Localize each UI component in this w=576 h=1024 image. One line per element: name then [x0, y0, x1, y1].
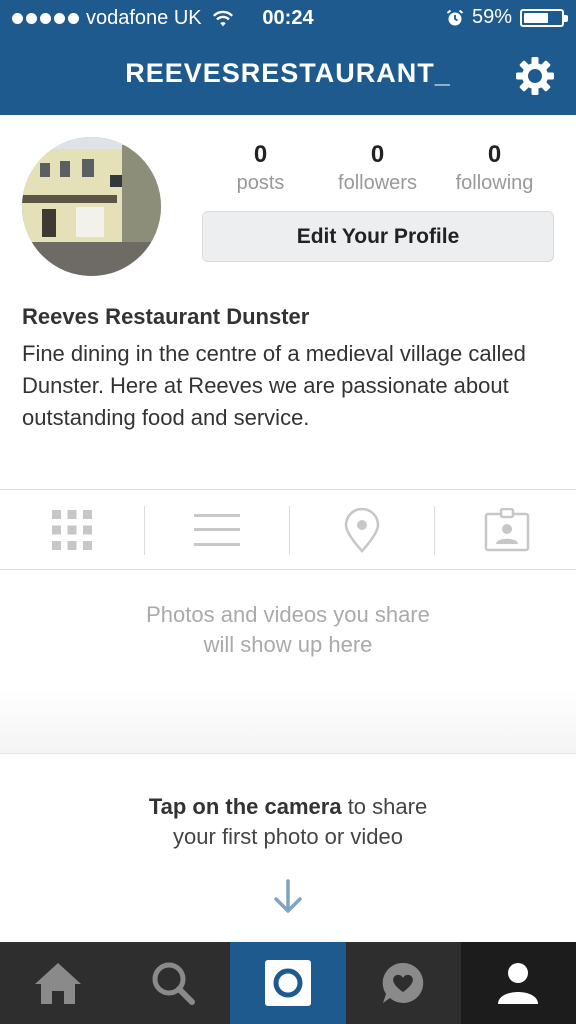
empty-state-line-1: Photos and videos you share — [146, 602, 430, 627]
tab-map-view[interactable] — [290, 490, 434, 570]
battery-percent: 59% — [471, 6, 512, 28]
following-count: 0 — [487, 141, 502, 168]
tab-profile[interactable] — [460, 942, 576, 1024]
status-right: 59% — [446, 6, 568, 29]
activity-heart-bubble-icon — [382, 962, 424, 1003]
profile-bio: Fine dining in the centre of a medieval … — [22, 341, 526, 430]
tab-tagged-view[interactable] — [435, 490, 576, 570]
search-icon — [152, 962, 195, 1005]
stat-followers[interactable]: 0 followers — [319, 140, 436, 196]
status-bar: vodafone UK 00:24 59% — [0, 0, 576, 38]
followers-count: 0 — [370, 141, 385, 168]
profile-avatar[interactable] — [22, 137, 161, 276]
camera-hint-line-2: your first photo or video — [173, 824, 403, 849]
tab-home[interactable] — [0, 942, 115, 1024]
alarm-clock-icon — [446, 9, 464, 25]
following-label: following — [455, 172, 534, 194]
bottom-tab-bar — [0, 942, 576, 1024]
tab-camera[interactable] — [230, 942, 346, 1024]
profile-name: Reeves Restaurant Dunster — [22, 304, 310, 329]
grid-icon — [52, 510, 92, 550]
battery-icon — [520, 8, 568, 27]
list-icon — [194, 514, 240, 546]
camera-icon — [264, 960, 311, 1006]
tab-activity[interactable] — [346, 942, 461, 1024]
header: vodafone UK 00:24 59% REEVESRESTAURANT_ — [0, 0, 576, 115]
tab-list-view[interactable] — [145, 490, 289, 570]
tab-search[interactable] — [115, 942, 230, 1024]
location-pin-icon — [344, 507, 380, 553]
profile-stats: 0 posts 0 followers 0 following — [202, 140, 554, 196]
tagged-person-icon — [484, 508, 530, 552]
home-icon — [34, 963, 81, 1004]
settings-gear-icon[interactable] — [514, 55, 556, 97]
edit-profile-button[interactable]: Edit Your Profile — [202, 211, 554, 262]
empty-state-line-2: will show up here — [203, 632, 373, 657]
username-title: REEVESRESTAURANT_ — [125, 58, 451, 88]
stat-following[interactable]: 0 following — [436, 140, 553, 196]
posts-count: 0 — [253, 141, 268, 168]
camera-hint-bold: Tap on the camera — [148, 794, 342, 819]
posts-label: posts — [236, 172, 285, 194]
tab-grid-view[interactable] — [0, 490, 144, 570]
section-divider — [0, 690, 576, 754]
down-arrow-icon — [274, 879, 302, 913]
stat-posts[interactable]: 0 posts — [202, 140, 319, 196]
followers-label: followers — [338, 172, 417, 194]
camera-hint-rest: to share — [341, 794, 428, 819]
empty-state-message: Photos and videos you share will show up… — [0, 600, 576, 660]
camera-hint-line-1: Tap on the camera to share — [0, 792, 576, 822]
avatar-photo — [22, 137, 161, 276]
profile-view-tabs — [0, 489, 576, 570]
camera-hint: Tap on the camera to share your first ph… — [0, 792, 576, 852]
profile-person-icon — [498, 963, 539, 1004]
